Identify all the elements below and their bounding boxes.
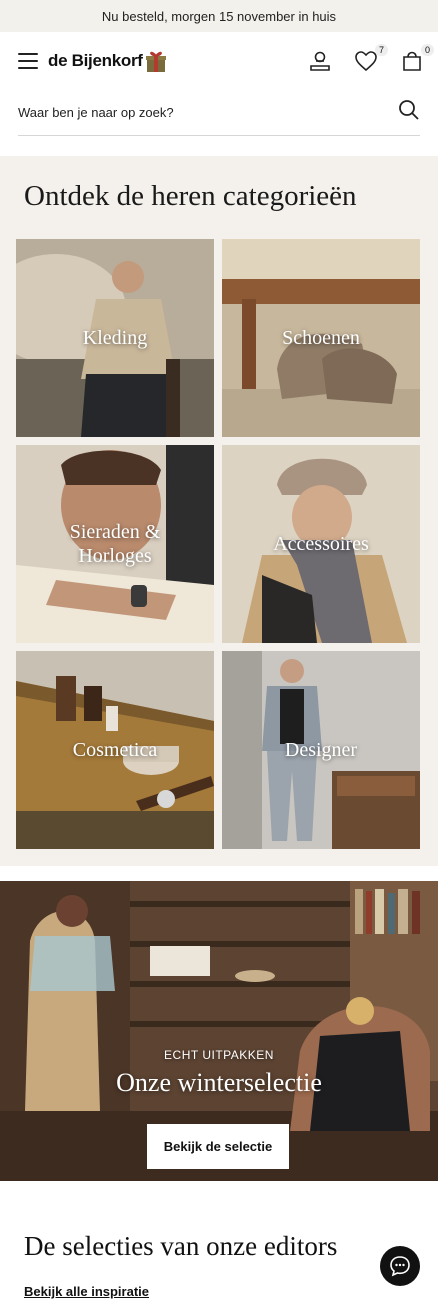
view-all-inspiration-link[interactable]: Bekijk alle inspiratie (24, 1284, 149, 1299)
category-tile-accessoires[interactable]: Accessoires (222, 445, 420, 643)
category-grid: Kleding Schoenen Sieraden & Horloges Acc… (16, 239, 422, 849)
chat-icon (390, 1256, 410, 1277)
site-header: de Bijenkorf 7 0 (0, 32, 438, 90)
heart-icon[interactable]: 7 (354, 44, 388, 73)
announcement-bar: Nu besteld, morgen 15 november in huis (0, 0, 438, 32)
announcement-text: Nu besteld, morgen 15 november in huis (101, 8, 337, 24)
category-label: Cosmetica (72, 739, 158, 761)
category-tile-sieraden[interactable]: Sieraden & Horloges (16, 445, 214, 643)
category-tile-designer[interactable]: Designer (222, 651, 420, 849)
editors-title: De selecties van onze editors (24, 1231, 338, 1261)
account-icon[interactable] (308, 49, 332, 73)
banner-headline: Onze winterselectie (116, 1068, 322, 1097)
logo[interactable]: de Bijenkorf (48, 49, 167, 73)
category-label: Schoenen (282, 327, 360, 349)
search-icon[interactable] (398, 99, 420, 126)
gift-icon (145, 49, 167, 73)
wishlist-count: 7 (374, 44, 388, 56)
category-label: Accessoires (273, 533, 369, 555)
promo-banner: ECHT UITPAKKEN Onze winterselectie Bekij… (0, 881, 438, 1181)
logo-text: de Bijenkorf (48, 51, 143, 70)
chat-button[interactable] (380, 1246, 420, 1286)
category-label: Kleding (82, 327, 148, 349)
category-section: Ontdek de heren categorieën Kleding Scho… (0, 156, 438, 866)
banner-eyebrow: ECHT UITPAKKEN (164, 1048, 274, 1062)
category-tile-kleding[interactable]: Kleding (16, 239, 214, 437)
category-title: Ontdek de heren categorieën (24, 180, 357, 212)
view-selection-button[interactable]: Bekijk de selectie (147, 1124, 289, 1169)
category-label: Sieraden & Horloges (69, 521, 161, 567)
category-tile-schoenen[interactable]: Schoenen (222, 239, 420, 437)
category-label: Designer (284, 739, 358, 761)
menu-icon[interactable] (18, 53, 38, 69)
category-tile-cosmetica[interactable]: Cosmetica (16, 651, 214, 849)
cart-count: 0 (420, 44, 434, 56)
editors-section: De selecties van onze editors Bekijk all… (0, 1181, 438, 1304)
bag-icon[interactable]: 0 (400, 44, 434, 73)
search-bar (18, 90, 420, 136)
search-input[interactable] (18, 105, 338, 120)
